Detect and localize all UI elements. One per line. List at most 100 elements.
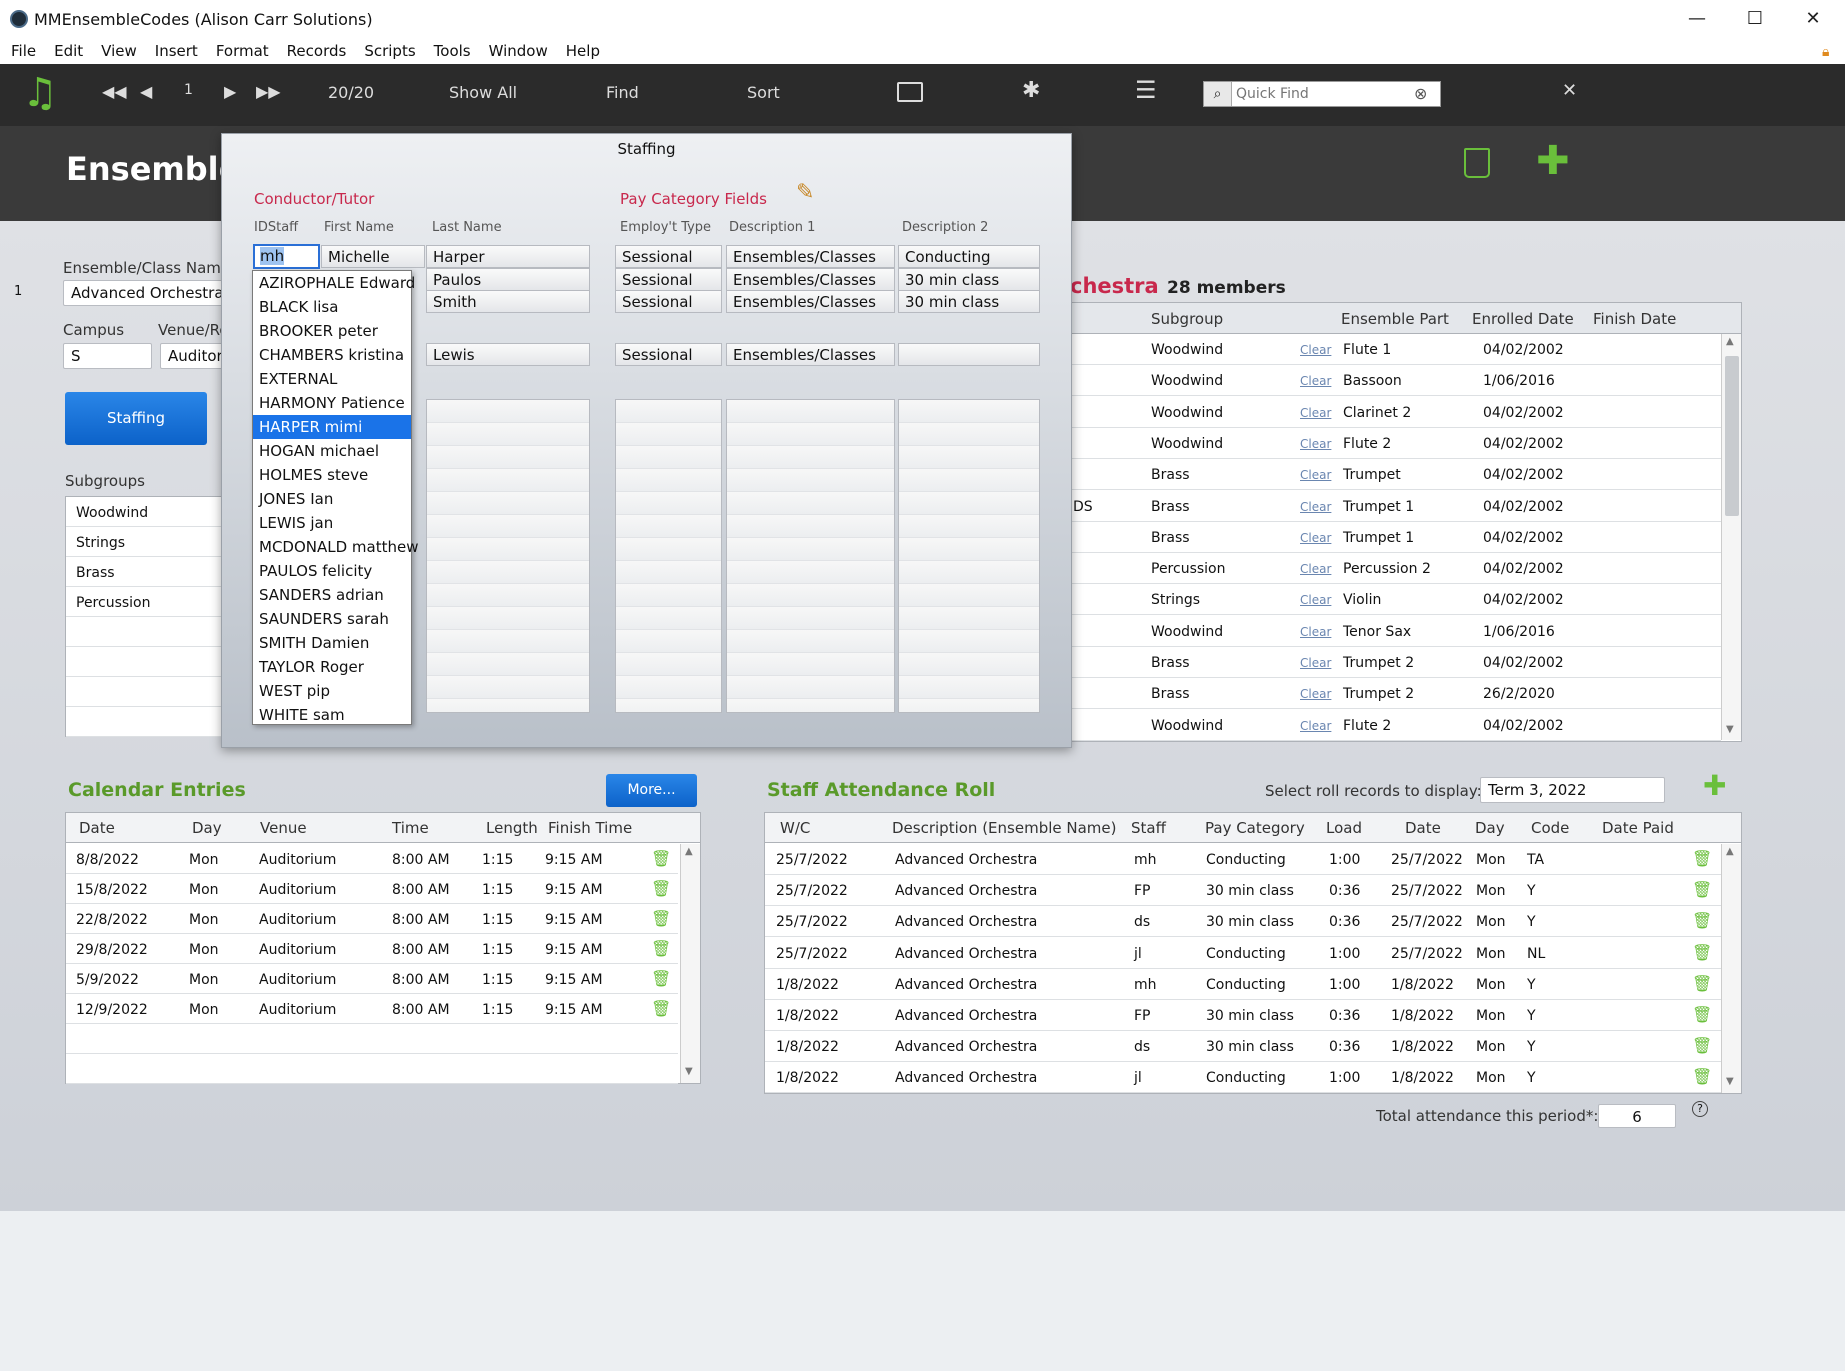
- trash-icon[interactable]: 🗑︎: [1692, 1067, 1712, 1086]
- prev-record-icon[interactable]: ◀: [140, 82, 152, 101]
- scroll-down-icon[interactable]: ▼: [685, 1066, 693, 1077]
- menu-edit[interactable]: Edit: [45, 38, 92, 60]
- menu-file[interactable]: File: [2, 38, 45, 60]
- staffing-button[interactable]: Staffing: [65, 392, 207, 445]
- trash-icon[interactable]: 🗑︎: [651, 999, 671, 1018]
- clear-link[interactable]: Clear: [1300, 531, 1331, 545]
- record-number[interactable]: 1: [184, 82, 193, 98]
- table-row[interactable]: Strings Clear Violin 04/02/2002: [1071, 584, 1721, 616]
- dropdown-option[interactable]: LEWIS jan: [253, 511, 411, 535]
- trash-icon[interactable]: 🗑︎: [1692, 974, 1712, 993]
- trash-icon[interactable]: 🗑︎: [651, 939, 671, 958]
- employ-type-field[interactable]: Sessional: [615, 245, 722, 268]
- dropdown-option[interactable]: AZIROPHALE Edward: [253, 271, 415, 295]
- last-name-field[interactable]: Paulos: [426, 268, 590, 291]
- clear-link[interactable]: Clear: [1300, 593, 1331, 607]
- clear-search-icon[interactable]: ⊗: [1414, 84, 1427, 103]
- next-record-icon[interactable]: ▶: [224, 82, 236, 101]
- menu-records[interactable]: Records: [278, 38, 356, 60]
- dropdown-option[interactable]: CHAMBERS kristina: [253, 343, 411, 367]
- dropdown-option[interactable]: PAULOS felicity: [253, 559, 411, 583]
- calendar-scrollbar[interactable]: ▲ ▼: [680, 844, 700, 1083]
- table-row[interactable]: 25/7/2022 Advanced Orchestra jl Conducting 1…: [765, 938, 1721, 969]
- trash-icon[interactable]: 🗑︎: [651, 909, 671, 928]
- dropdown-option[interactable]: JONES Ian: [253, 487, 411, 511]
- clear-link[interactable]: Clear: [1300, 656, 1331, 670]
- table-row[interactable]: 5/9/2022 Mon Auditorium 8:00 AM 1:15 9:15 AM 🗑…: [66, 964, 678, 994]
- accessibility-icon[interactable]: ✱: [1022, 78, 1040, 103]
- table-row[interactable]: Brass Clear Trumpet 2 04/02/2002: [1071, 647, 1721, 678]
- attendance-scrollbar[interactable]: ▲ ▼: [1721, 844, 1741, 1093]
- menu-scripts[interactable]: Scripts: [355, 38, 424, 60]
- trash-icon[interactable]: 🗑︎: [651, 879, 671, 898]
- menu-help[interactable]: Help: [557, 38, 609, 60]
- menu-insert[interactable]: Insert: [146, 38, 207, 60]
- add-roll-icon[interactable]: ✚: [1703, 769, 1726, 802]
- trash-icon[interactable]: 🗑︎: [1692, 849, 1712, 868]
- layout-icon[interactable]: [897, 82, 923, 102]
- table-row[interactable]: 1/8/2022 Advanced Orchestra FP 30 min class…: [765, 1000, 1721, 1031]
- more-button[interactable]: More...: [606, 774, 697, 807]
- table-row[interactable]: Woodwind Clear Flute 1 04/02/2002: [1071, 334, 1721, 365]
- roll-select[interactable]: Term 3, 2022: [1480, 777, 1665, 803]
- description-2-field[interactable]: 30 min class: [898, 268, 1040, 291]
- trash-icon[interactable]: 🗑︎: [1692, 1005, 1712, 1024]
- scroll-down-icon[interactable]: ▼: [1726, 1076, 1734, 1087]
- table-row[interactable]: 1/8/2022 Advanced Orchestra ds 30 min class…: [765, 1031, 1721, 1063]
- dropdown-option[interactable]: BLACK lisa: [253, 295, 411, 319]
- table-row[interactable]: Woodwind Clear Bassoon 1/06/2016: [1071, 365, 1721, 397]
- table-row[interactable]: 25/7/2022 Advanced Orchestra FP 30 min clas…: [765, 875, 1721, 907]
- table-row[interactable]: 22/8/2022 Mon Auditorium 8:00 AM 1:15 9:15 AM…: [66, 904, 678, 934]
- last-record-icon[interactable]: ▶▶: [256, 82, 281, 101]
- menu-view[interactable]: View: [92, 38, 146, 60]
- scroll-up-icon[interactable]: ▲: [1726, 336, 1734, 347]
- dropdown-option[interactable]: SAUNDERS sarah: [253, 607, 411, 631]
- table-row[interactable]: Woodwind Clear Tenor Sax 1/06/2016: [1071, 616, 1721, 647]
- description-1-field[interactable]: Ensembles/Classes: [726, 343, 895, 366]
- table-row[interactable]: DS Brass Clear Trumpet 1 04/02/2002: [1071, 491, 1721, 522]
- find-button[interactable]: Find: [606, 83, 639, 102]
- trash-icon[interactable]: 🗑︎: [651, 969, 671, 988]
- table-row[interactable]: 25/7/2022 Advanced Orchestra mh Conducting 1…: [765, 844, 1721, 875]
- table-row[interactable]: Woodwind Clear Flute 2 04/02/2002: [1071, 710, 1721, 741]
- trash-icon[interactable]: 🗑︎: [1692, 880, 1712, 899]
- last-name-field[interactable]: Harper: [426, 245, 590, 268]
- table-row[interactable]: 25/7/2022 Advanced Orchestra ds 30 min clas…: [765, 906, 1721, 938]
- employ-type-field[interactable]: Sessional: [615, 268, 722, 291]
- quick-find-input[interactable]: [1236, 84, 1408, 104]
- employ-type-field[interactable]: Sessional: [615, 290, 722, 313]
- description-2-field[interactable]: 30 min class: [898, 290, 1040, 313]
- list-item[interactable]: [66, 647, 224, 677]
- clear-link[interactable]: Clear: [1300, 687, 1331, 701]
- list-item[interactable]: [66, 677, 224, 707]
- members-scrollbar[interactable]: ▲ ▼: [1721, 334, 1741, 740]
- clear-link[interactable]: Clear: [1300, 719, 1331, 733]
- table-row[interactable]: 12/9/2022 Mon Auditorium 8:00 AM 1:15 9:15 AM…: [66, 994, 678, 1024]
- list-item[interactable]: [66, 617, 224, 647]
- scroll-down-icon[interactable]: ▼: [1726, 724, 1734, 735]
- table-row[interactable]: Brass Clear Trumpet 2 26/2/2020: [1071, 678, 1721, 710]
- dropdown-option[interactable]: WHITE sam: [253, 703, 411, 727]
- clear-link[interactable]: Clear: [1300, 437, 1331, 451]
- dropdown-option[interactable]: SANDERS adrian: [253, 583, 411, 607]
- last-name-field[interactable]: Lewis: [426, 343, 590, 366]
- close-toolbar-icon[interactable]: ✕: [1562, 80, 1577, 101]
- clear-link[interactable]: Clear: [1300, 562, 1331, 576]
- dropdown-option[interactable]: HARMONY Patience: [253, 391, 411, 415]
- dropdown-option[interactable]: HOLMES steve: [253, 463, 411, 487]
- venue-field[interactable]: Auditori: [160, 343, 226, 369]
- show-all-button[interactable]: Show All: [449, 83, 517, 102]
- last-name-field[interactable]: Smith: [426, 290, 590, 313]
- description-1-field[interactable]: Ensembles/Classes: [726, 290, 895, 313]
- table-row[interactable]: Woodwind Clear Flute 2 04/02/2002: [1071, 428, 1721, 459]
- idstaff-field[interactable]: mh: [253, 244, 320, 269]
- employ-type-field[interactable]: Sessional: [615, 343, 722, 366]
- dropdown-option[interactable]: MCDONALD matthew: [253, 535, 419, 559]
- trash-icon[interactable]: 🗑︎: [1692, 911, 1712, 930]
- table-row[interactable]: 29/8/2022 Mon Auditorium 8:00 AM 1:15 9:15 AM…: [66, 934, 678, 964]
- first-name-field[interactable]: Michelle: [321, 245, 425, 268]
- trash-icon[interactable]: 🗑︎: [651, 849, 671, 868]
- scroll-thumb[interactable]: [1725, 356, 1739, 516]
- dropdown-option[interactable]: BROOKER peter: [253, 319, 411, 343]
- campus-field[interactable]: S: [63, 343, 152, 369]
